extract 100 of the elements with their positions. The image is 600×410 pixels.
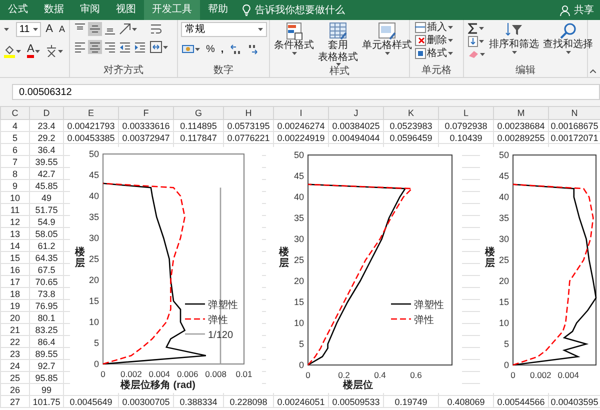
- middle-align-button[interactable]: [88, 22, 102, 36]
- tick-label: 0.6: [410, 370, 422, 380]
- group-label: 单元格: [422, 65, 452, 77]
- table-cell: 0.10439: [438, 132, 494, 144]
- tick-label: 35: [88, 212, 99, 222]
- orientation-button[interactable]: [118, 22, 138, 36]
- table-cell: 7: [0, 156, 30, 168]
- fill-button[interactable]: [467, 35, 486, 48]
- table-cell: 19: [0, 300, 30, 312]
- table-cell: 73.8: [30, 288, 64, 300]
- table-cell: 0.00453385: [64, 132, 118, 144]
- decrease-font-button[interactable]: A: [58, 24, 66, 35]
- table-cell: 0.0792938: [438, 120, 494, 132]
- table-cell: 0.19749: [384, 396, 438, 408]
- tick-label: 25: [498, 255, 509, 265]
- column-header[interactable]: K: [384, 106, 438, 120]
- caret-icon: [448, 52, 453, 55]
- column-header[interactable]: H: [224, 106, 274, 120]
- tick-label: 15: [88, 296, 99, 306]
- table-cell: 49: [30, 192, 64, 204]
- decrease-indent-button[interactable]: [118, 40, 132, 54]
- column-header[interactable]: L: [438, 106, 494, 120]
- format-cells-icon: [415, 48, 426, 59]
- table-cell: 0.00168675: [548, 120, 600, 132]
- column-header[interactable]: D: [30, 106, 64, 120]
- tick-label: 20: [498, 276, 509, 286]
- fill-color-button[interactable]: [3, 44, 22, 58]
- tick-label: 0.01: [236, 369, 252, 379]
- ribbon-tab[interactable]: 帮助: [200, 0, 236, 20]
- tick-label: 15: [294, 297, 304, 307]
- align-middle-icon: [89, 23, 101, 35]
- table-cell: 11: [0, 204, 30, 216]
- font-color-button[interactable]: A: [26, 43, 42, 59]
- table-cell: 61.2: [30, 240, 64, 252]
- delete-cells-button[interactable]: 删除: [413, 35, 460, 46]
- column-header[interactable]: E: [64, 106, 118, 120]
- number-format-dropdown[interactable]: 常规: [181, 22, 267, 37]
- ribbon-tab[interactable]: 公式: [0, 0, 36, 20]
- table-cell: 6: [0, 144, 30, 156]
- ribbon-tab[interactable]: 数据: [36, 0, 72, 20]
- tell-me-search[interactable]: 告诉我你想要做什么: [236, 2, 351, 18]
- table-cell: 42.7: [30, 168, 64, 180]
- ribbon-tab[interactable]: 视图: [108, 0, 144, 20]
- left-align-button[interactable]: [73, 40, 87, 54]
- legend-label: 弹性: [208, 314, 228, 326]
- find-select-button[interactable]: 查找和选择: [542, 22, 594, 65]
- increase-font-button[interactable]: A: [44, 23, 54, 36]
- right-align-button[interactable]: [103, 40, 117, 54]
- table-cell: 24: [0, 360, 30, 372]
- legend-label: 1/120: [208, 330, 234, 341]
- caret-icon: [292, 52, 296, 54]
- font-size-dropdown[interactable]: 11: [16, 22, 41, 37]
- table-cell: 0.114895: [174, 120, 224, 132]
- clear-button[interactable]: [467, 48, 486, 60]
- tick-label: 35: [294, 213, 304, 223]
- format-cells-button[interactable]: 格式: [413, 48, 460, 59]
- ribbon-tab[interactable]: 开发工具: [144, 0, 200, 20]
- tick-label: 35: [498, 213, 509, 223]
- center-align-button[interactable]: [88, 40, 102, 54]
- cell-styles-button[interactable]: 单元格样式: [361, 22, 413, 66]
- sort-filter-button[interactable]: 排序和筛选: [488, 22, 540, 65]
- autosum-button[interactable]: [467, 22, 486, 35]
- conditional-format-button[interactable]: 条件格式: [273, 22, 315, 66]
- table-cell: 0.00246274: [274, 120, 328, 132]
- column-header[interactable]: C: [0, 106, 30, 120]
- comma-button[interactable]: ,: [220, 44, 225, 56]
- money-icon: [182, 44, 194, 55]
- accounting-format-button[interactable]: [181, 43, 201, 56]
- tick-label: 10: [498, 318, 509, 328]
- column-header[interactable]: F: [118, 106, 174, 120]
- tick-label: 15: [498, 297, 509, 307]
- column-header[interactable]: N: [548, 106, 600, 120]
- share-button[interactable]: 共享: [554, 2, 600, 18]
- column-header[interactable]: I: [274, 106, 328, 120]
- increase-decimal-button[interactable]: [228, 43, 242, 56]
- group-label: 数字: [214, 65, 234, 77]
- column-header[interactable]: M: [494, 106, 548, 120]
- caret-icon: [35, 50, 40, 52]
- tick-label: 45: [294, 171, 304, 181]
- caret-icon: [480, 52, 485, 56]
- format-as-table-button[interactable]: 套用 表格格式: [317, 22, 359, 66]
- legend-item: 弹性: [185, 315, 228, 326]
- percent-button[interactable]: %: [205, 44, 216, 56]
- tick-label: 0.2: [338, 370, 350, 380]
- increase-indent-button[interactable]: [133, 40, 147, 54]
- phonetic-button[interactable]: [45, 44, 64, 58]
- tick-label: 0.008: [205, 369, 226, 379]
- tick-label: 5: [504, 339, 509, 349]
- legend-label: 弹塑性: [414, 299, 444, 311]
- table-cell: 15: [0, 252, 30, 264]
- merge-button[interactable]: [149, 40, 169, 54]
- legend-label: 弹塑性: [208, 299, 238, 311]
- column-header[interactable]: G: [174, 106, 224, 120]
- ribbon-tab[interactable]: 审阅: [72, 0, 108, 20]
- wrap-text-icon: [150, 23, 162, 35]
- column-header[interactable]: J: [328, 106, 384, 120]
- table-cell: 0.00403595: [548, 396, 600, 408]
- formula-field[interactable]: 0.00506312: [12, 84, 600, 100]
- insert-cells-button[interactable]: 插入: [413, 22, 460, 33]
- legend-item: 1/120: [185, 330, 234, 341]
